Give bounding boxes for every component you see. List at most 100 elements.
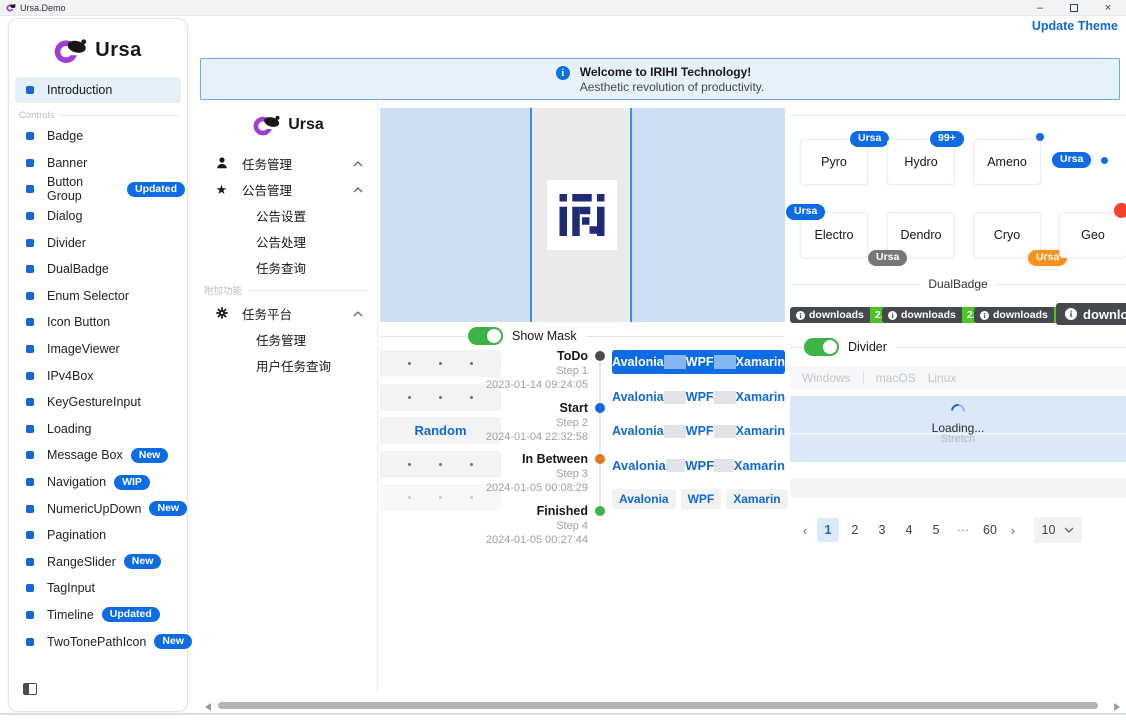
- button-group-light: Avalonia WPF Xamarin: [612, 386, 785, 408]
- wpf-button[interactable]: WPF: [686, 424, 714, 438]
- nav-group-task-management[interactable]: 任务管理: [200, 150, 377, 176]
- nav-item-task-management[interactable]: 任务管理: [200, 326, 377, 352]
- scrollbar-thumb[interactable]: [218, 702, 1098, 709]
- info-icon: i: [888, 311, 897, 320]
- sidebar-item[interactable]: Button Group Updated: [15, 176, 185, 203]
- scroll-right-arrow[interactable]: [1114, 703, 1120, 711]
- bullet-icon: [26, 132, 34, 140]
- sidebar-item-introduction[interactable]: Introduction: [15, 77, 181, 103]
- bullet-icon: [26, 159, 34, 167]
- bullet-icon: [26, 638, 34, 646]
- show-mask-toggle[interactable]: [468, 327, 503, 345]
- card-label: Hydro: [904, 155, 937, 169]
- dual-badge-label: downloads: [901, 309, 956, 321]
- sidebar-item[interactable]: TagInput: [15, 575, 185, 602]
- xamarin-button[interactable]: Xamarin: [736, 390, 785, 404]
- timeline-title: ToDo: [393, 349, 588, 364]
- avalonia-button[interactable]: Avalonia: [612, 489, 676, 509]
- sidebar-item[interactable]: Dialog: [15, 203, 185, 230]
- sidebar-item[interactable]: Pagination: [15, 522, 185, 549]
- update-theme-button[interactable]: Update Theme: [1032, 19, 1118, 33]
- count-badge: 99+: [930, 131, 964, 147]
- page-size-select[interactable]: 10: [1034, 517, 1082, 543]
- sidebar-item[interactable]: Icon Button: [15, 309, 185, 336]
- divider-toggle[interactable]: [804, 338, 839, 356]
- pagination: ‹ 1 2 3 4 5 ··· 60 › 10: [798, 517, 1082, 543]
- timeline-title: Start: [393, 401, 588, 416]
- xamarin-button[interactable]: Xamarin: [736, 355, 785, 369]
- avalonia-button[interactable]: Avalonia: [612, 390, 664, 404]
- page-button-3[interactable]: 3: [871, 518, 893, 542]
- sidebar-item[interactable]: RangeSlider New: [15, 549, 185, 576]
- sidebar-item[interactable]: Message Box New: [15, 442, 185, 469]
- info-icon: i: [1065, 308, 1077, 320]
- horizontal-scrollbar: [200, 700, 1126, 712]
- empty-bar: [790, 478, 1126, 498]
- xamarin-button[interactable]: Xamarin: [734, 458, 785, 473]
- page-button-5[interactable]: 5: [925, 518, 947, 542]
- nav-group-announcement[interactable]: ★ 公告管理: [200, 176, 377, 202]
- sidebar-item[interactable]: IPv4Box: [15, 362, 185, 389]
- wpf-button[interactable]: WPF: [686, 355, 714, 369]
- nav-item-announcement-settings[interactable]: 公告设置: [200, 202, 377, 228]
- xamarin-button[interactable]: Xamarin: [726, 489, 787, 509]
- tab-macos[interactable]: macOS: [876, 371, 916, 385]
- bullet-icon: [26, 478, 34, 486]
- avalonia-button[interactable]: Avalonia: [612, 424, 664, 438]
- sidebar-collapse-button[interactable]: [23, 683, 37, 695]
- wpf-button[interactable]: WPF: [681, 489, 722, 509]
- welcome-banner: i Welcome to IRIHI Technology! Aesthetic…: [200, 58, 1120, 100]
- nav-item-task-query[interactable]: 任务查询: [200, 254, 377, 280]
- chevron-up-icon: [353, 182, 363, 196]
- prev-page-button[interactable]: ‹: [798, 523, 812, 538]
- timeline-step: Step 2: [393, 416, 588, 430]
- xamarin-button[interactable]: Xamarin: [736, 424, 785, 438]
- sidebar-item[interactable]: Badge: [15, 123, 185, 150]
- page-button-1[interactable]: 1: [817, 518, 839, 542]
- page-button-2[interactable]: 2: [844, 518, 866, 542]
- page-button-4[interactable]: 4: [898, 518, 920, 542]
- next-page-button[interactable]: ›: [1006, 523, 1020, 538]
- minimize-button[interactable]: –: [1034, 2, 1046, 14]
- sidebar-item[interactable]: Loading: [15, 416, 185, 443]
- sidebar-item[interactable]: KeyGestureInput: [15, 389, 185, 416]
- nav-logo: Ursa: [200, 100, 377, 150]
- sidebar-logo: Ursa: [9, 19, 187, 69]
- nav-item-user-task-query[interactable]: 用户任务查询: [200, 352, 377, 378]
- wpf-button[interactable]: WPF: [686, 390, 714, 404]
- card-label: Dendro: [901, 228, 942, 242]
- page-button-60[interactable]: 60: [979, 518, 1001, 542]
- tab-linux[interactable]: Linux: [928, 371, 957, 385]
- wpf-button[interactable]: WPF: [685, 458, 714, 473]
- close-button[interactable]: ×: [1102, 2, 1114, 14]
- sidebar-item[interactable]: DualBadge: [15, 256, 185, 283]
- badge-card-geo: Geo: [1059, 212, 1126, 258]
- sidebar-item-label: Enum Selector: [47, 289, 129, 303]
- sidebar-item[interactable]: NumericUpDown New: [15, 495, 185, 522]
- nav-group-task-platform[interactable]: 任务平台: [200, 300, 377, 326]
- sidebar-item[interactable]: ImageViewer: [15, 336, 185, 363]
- card-label: Pyro: [821, 155, 847, 169]
- sidebar-item[interactable]: Divider: [15, 229, 185, 256]
- avalonia-button[interactable]: Avalonia: [612, 458, 666, 473]
- sidebar-item-label: Dialog: [47, 209, 82, 223]
- separator: [664, 391, 686, 404]
- sidebar-item[interactable]: Banner: [15, 150, 185, 177]
- sidebar-item-label: Icon Button: [47, 315, 110, 329]
- scroll-left-arrow[interactable]: [205, 703, 211, 711]
- sidebar-item[interactable]: Timeline Updated: [15, 602, 185, 629]
- timeline-step: Step 3: [393, 467, 588, 481]
- image-viewer: [380, 108, 785, 322]
- avalonia-button[interactable]: Avalonia: [612, 355, 664, 369]
- sidebar-item[interactable]: Navigation WIP: [15, 469, 185, 496]
- divider: [790, 347, 804, 348]
- nav-item-announcement-process[interactable]: 公告处理: [200, 228, 377, 254]
- separator: [714, 425, 736, 438]
- divider: [380, 336, 468, 337]
- bullet-icon: [26, 584, 34, 592]
- tab-windows[interactable]: Windows: [802, 371, 851, 385]
- maximize-button[interactable]: [1068, 2, 1080, 14]
- sidebar-item[interactable]: TwoTonePathIcon New: [15, 628, 185, 655]
- sidebar-item[interactable]: Enum Selector: [15, 283, 185, 310]
- sidebar-item-label: NumericUpDown: [47, 502, 141, 516]
